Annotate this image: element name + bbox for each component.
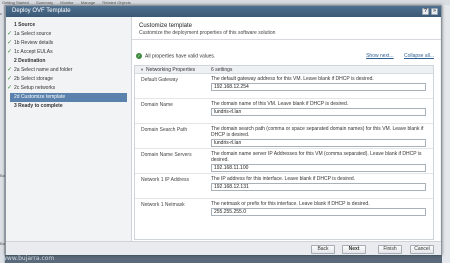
collapse-all-link[interactable]: Collapse all... — [404, 53, 434, 59]
property-label: Domain Name Servers — [141, 152, 192, 158]
property-row: Domain Name Servers The domain name serv… — [135, 149, 433, 174]
watermark: www.bujarra.com — [2, 255, 55, 262]
group-name: Networking Properties — [145, 67, 196, 73]
cancel-button[interactable]: Cancel — [410, 245, 434, 254]
header-divider — [132, 39, 441, 40]
background-right-panel — [442, 5, 450, 263]
step-label: 2d Customize template — [14, 94, 66, 100]
property-label: Domain Search Path — [141, 127, 188, 133]
page-title: Customize template — [139, 23, 193, 29]
group-count: 6 settings — [211, 67, 233, 73]
property-row: Domain Search Path The domain search pat… — [135, 124, 433, 149]
page-subtitle: Customize the deployment properties of t… — [139, 30, 276, 36]
dialog-footer: Back Next Finish Cancel — [6, 241, 441, 255]
property-row: Domain Name The domain name of this VM. … — [135, 99, 433, 124]
properties-grid: ▼ Networking Properties 6 settings Defaul… — [134, 65, 434, 240]
step-select-source[interactable]: ✓ 1a Select source — [6, 30, 131, 39]
default-gateway-input[interactable]: 192.168.12.254 — [211, 83, 426, 91]
step-source[interactable]: 1 Source — [6, 21, 131, 30]
checkmark-icon: ✓ — [7, 85, 13, 91]
checkmark-icon: ✓ — [7, 49, 13, 55]
collapse-arrow-icon[interactable]: ▼ — [140, 67, 144, 72]
step-label: 1a Select source — [14, 31, 52, 37]
validation-text: All properties have valid values. — [145, 53, 216, 60]
finish-button[interactable]: Finish — [378, 245, 402, 254]
deploy-ovf-dialog: Deploy OVF Template ? » 1 Source ✓ 1a Sel… — [5, 5, 442, 255]
step-label: 2a Select name and folder — [14, 67, 73, 73]
property-description: The default gateway address for this VM.… — [211, 76, 374, 82]
property-description: The netmask or prefix for this interface… — [211, 201, 370, 207]
customize-template-panel: Customize template Customize the deploym… — [131, 17, 441, 241]
step-customize-template[interactable]: 2d Customize template — [10, 93, 127, 102]
step-label: 2 Destination — [14, 58, 46, 64]
property-label: Network 1 Netmask — [141, 202, 185, 208]
step-accept-eulas[interactable]: ✓ 1c Accept EULAs — [6, 48, 131, 57]
step-select-storage[interactable]: ✓ 2b Select storage — [6, 75, 131, 84]
step-label: 2c Setup networks — [14, 85, 56, 91]
domain-search-path-input[interactable]: lundris-rl.lan — [211, 139, 426, 147]
network-1-netmask-input[interactable]: 255.255.255.0 — [211, 208, 426, 216]
step-label: 1 Source — [14, 22, 36, 28]
checkmark-icon: ✓ — [7, 31, 13, 37]
validation-status: ✓ All properties have valid values. — [136, 53, 215, 59]
property-description: The IP address for this interface. Leave… — [211, 176, 356, 182]
next-button[interactable]: Next — [342, 245, 366, 254]
checkmark-icon: ✓ — [7, 76, 13, 82]
step-label: 3 Ready to complete — [14, 103, 63, 109]
step-ready-to-complete[interactable]: 3 Ready to complete — [6, 102, 131, 111]
property-description: The domain name of this VM. Leave blank … — [211, 101, 349, 107]
dialog-titlebar: Deploy OVF Template ? » — [6, 6, 441, 17]
back-button[interactable]: Back — [311, 245, 335, 254]
property-row: Network 1 Netmask The netmask or prefix … — [135, 199, 433, 224]
step-review-details[interactable]: ✓ 1b Review details — [6, 39, 131, 48]
step-destination[interactable]: 2 Destination — [6, 57, 131, 66]
property-links: Show next... Collapse all... — [357, 53, 434, 59]
property-description: The domain search path (comma or space s… — [211, 126, 424, 138]
property-label: Domain Name — [141, 102, 173, 108]
step-label: 2b Select storage — [14, 76, 53, 82]
property-label: Network 1 IP Address — [141, 177, 189, 183]
checkmark-icon: ✓ — [7, 40, 13, 46]
show-next-link[interactable]: Show next... — [366, 53, 394, 59]
checkmark-icon: ✓ — [7, 67, 13, 73]
property-row: Network 1 IP Address The IP address for … — [135, 174, 433, 199]
valid-check-icon: ✓ — [136, 53, 142, 59]
step-label: 1b Review details — [14, 40, 54, 46]
networking-properties-group[interactable]: ▼ Networking Properties 6 settings — [135, 66, 433, 74]
expand-icon[interactable]: » — [431, 8, 438, 15]
step-setup-networks[interactable]: ✓ 2c Setup networks — [6, 84, 131, 93]
property-row: Default Gateway The default gateway addr… — [135, 74, 433, 99]
domain-name-servers-input[interactable]: 192.168.11.100 — [211, 164, 426, 172]
step-select-name-folder[interactable]: ✓ 2a Select name and folder — [6, 66, 131, 75]
property-description: The domain name server IP Addresses for … — [211, 151, 422, 163]
help-icon[interactable]: ? — [422, 8, 429, 15]
property-label: Default Gateway — [141, 77, 178, 83]
step-label: 1c Accept EULAs — [14, 49, 53, 55]
domain-name-input[interactable]: lundris-rl.lan — [211, 108, 426, 116]
network-1-ip-input[interactable]: 192.168.12.131 — [211, 183, 426, 191]
dialog-title: Deploy OVF Template — [12, 8, 71, 14]
wizard-steps-nav: 1 Source ✓ 1a Select source ✓ 1b Review de… — [6, 17, 131, 241]
